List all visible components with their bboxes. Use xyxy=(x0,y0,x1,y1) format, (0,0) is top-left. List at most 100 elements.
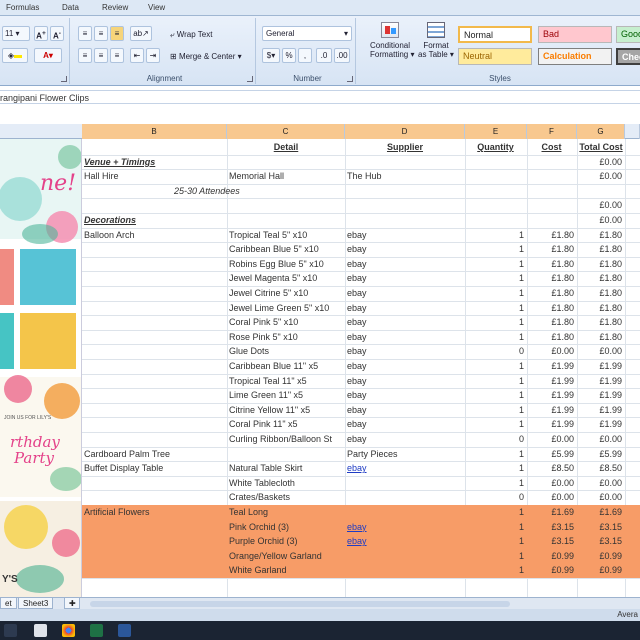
font-color-icon[interactable]: A▾ xyxy=(34,48,62,63)
cell-b[interactable] xyxy=(82,374,227,389)
cell-b[interactable] xyxy=(82,286,227,301)
cell-e[interactable]: 1 xyxy=(465,534,527,549)
cell-f[interactable]: £1.80 xyxy=(527,301,577,316)
cell-b[interactable] xyxy=(82,242,227,257)
cell-g[interactable]: £1.80 xyxy=(577,228,625,243)
cell-c[interactable]: Lime Green 11" x5 xyxy=(227,388,345,403)
cell-g[interactable]: £1.80 xyxy=(577,286,625,301)
wrap-text-button[interactable]: ⤶ Wrap Text xyxy=(170,30,212,40)
cell-e[interactable]: 1 xyxy=(465,403,527,418)
cell-c[interactable]: Natural Table Skirt xyxy=(227,461,345,476)
sheet-tab-sheet3[interactable]: Sheet3 xyxy=(18,598,54,609)
style-normal[interactable]: Normal xyxy=(458,26,532,43)
align-top-icon[interactable]: ≡ xyxy=(78,26,92,41)
cell-g[interactable]: £0.00 xyxy=(577,198,625,213)
style-bad[interactable]: Bad xyxy=(538,26,612,43)
conditional-formatting-button[interactable]: Conditional Formatting ▾ xyxy=(370,22,414,66)
tab-data[interactable]: Data xyxy=(62,3,79,12)
word-icon[interactable] xyxy=(118,624,131,637)
tab-review[interactable]: Review xyxy=(102,3,128,12)
cell-g[interactable]: £0.00 xyxy=(577,490,625,505)
cell-f[interactable]: £1.80 xyxy=(527,315,577,330)
cell-b[interactable] xyxy=(82,140,227,155)
cell-f[interactable]: £1.69 xyxy=(527,505,577,520)
cell-e[interactable] xyxy=(465,155,527,170)
cell-e[interactable]: 0 xyxy=(465,490,527,505)
cell-b[interactable] xyxy=(82,403,227,418)
cell-e[interactable]: 1 xyxy=(465,549,527,564)
cell-b[interactable] xyxy=(82,432,227,447)
cell-c[interactable]: Rose Pink 5" x10 xyxy=(227,330,345,345)
cell-f[interactable]: £1.80 xyxy=(527,271,577,286)
cell-d[interactable]: ebay xyxy=(345,403,465,418)
cell-e[interactable]: 1 xyxy=(465,461,527,476)
cell-f[interactable]: £1.80 xyxy=(527,242,577,257)
cell-c[interactable]: Pink Orchid (3) xyxy=(227,520,345,535)
cell-c[interactable]: Crates/Baskets xyxy=(227,490,345,505)
column-header-d[interactable]: D xyxy=(345,124,465,139)
cell-g[interactable]: £3.15 xyxy=(577,520,625,535)
increase-indent-icon[interactable]: ⇥ xyxy=(146,48,160,63)
cell-c[interactable]: Detail xyxy=(227,140,345,155)
column-header-f[interactable]: F xyxy=(527,124,577,139)
cell-g[interactable]: £1.80 xyxy=(577,330,625,345)
cell-d[interactable]: ebay xyxy=(345,344,465,359)
cell-g[interactable]: £1.99 xyxy=(577,374,625,389)
font-size-select[interactable]: 11 ▾ xyxy=(2,26,30,41)
cell-f[interactable] xyxy=(527,184,577,199)
horizontal-scrollbar[interactable] xyxy=(90,601,510,607)
cell-g[interactable]: £1.80 xyxy=(577,315,625,330)
align-bottom-icon[interactable]: ≡ xyxy=(110,26,124,41)
cell-b[interactable]: Artificial Flowers xyxy=(82,505,227,520)
cell-d[interactable]: ebay xyxy=(345,374,465,389)
align-middle-icon[interactable]: ≡ xyxy=(94,26,108,41)
cell-d[interactable]: ebay xyxy=(345,257,465,272)
cell-f[interactable] xyxy=(527,213,577,228)
number-format-select[interactable]: General ▾ xyxy=(262,26,352,41)
formula-bar[interactable]: rangipani Flower Clips xyxy=(0,90,640,104)
cell-b[interactable]: Balloon Arch xyxy=(82,228,227,243)
cell-d[interactable]: ebay xyxy=(345,432,465,447)
cell-f[interactable]: £0.00 xyxy=(527,490,577,505)
percent-icon[interactable]: % xyxy=(282,48,296,63)
cell-g[interactable]: £0.99 xyxy=(577,563,625,578)
cell-c[interactable]: Tropical Teal 11" x5 xyxy=(227,374,345,389)
cell-c[interactable]: White Tablecloth xyxy=(227,476,345,491)
cell-d[interactable]: ebay xyxy=(345,301,465,316)
cell-b[interactable] xyxy=(82,301,227,316)
cell-d[interactable]: ebay xyxy=(345,271,465,286)
cell-d[interactable] xyxy=(345,476,465,491)
cell-b[interactable] xyxy=(82,257,227,272)
cell-c[interactable] xyxy=(227,184,345,199)
cell-e[interactable]: 1 xyxy=(465,476,527,491)
cell-g[interactable]: £1.80 xyxy=(577,301,625,316)
cell-e[interactable]: 1 xyxy=(465,359,527,374)
cell-f[interactable]: £1.80 xyxy=(527,330,577,345)
cell-c[interactable]: Purple Orchid (3) xyxy=(227,534,345,549)
cell-f[interactable] xyxy=(527,169,577,184)
cell-f[interactable]: £1.80 xyxy=(527,257,577,272)
cell-e[interactable]: 1 xyxy=(465,228,527,243)
cell-b[interactable] xyxy=(82,271,227,286)
cell-f[interactable]: £1.99 xyxy=(527,388,577,403)
cell-c[interactable]: Jewel Magenta 5" x10 xyxy=(227,271,345,286)
cell-d[interactable] xyxy=(345,184,465,199)
cell-c[interactable] xyxy=(227,447,345,462)
currency-icon[interactable]: $▾ xyxy=(262,48,280,63)
cell-e[interactable] xyxy=(465,213,527,228)
cell-e[interactable] xyxy=(465,184,527,199)
cell-d[interactable]: ebay xyxy=(345,461,465,476)
cell-c[interactable]: Curling Ribbon/Balloon St xyxy=(227,432,355,447)
cell-g[interactable]: £0.99 xyxy=(577,549,625,564)
cell-c[interactable]: Tropical Teal 5" x10 xyxy=(227,228,345,243)
cell-c[interactable]: Memorial Hall xyxy=(227,169,345,184)
cell-b[interactable] xyxy=(82,549,227,564)
cell-g[interactable]: £0.00 xyxy=(577,344,625,359)
cell-f[interactable]: £3.15 xyxy=(527,534,577,549)
cell-f[interactable]: £1.99 xyxy=(527,359,577,374)
cell-b[interactable]: Venue + Timings xyxy=(82,155,227,170)
start-icon[interactable] xyxy=(4,624,17,637)
column-header-e[interactable]: E xyxy=(465,124,527,139)
cell-e[interactable]: 1 xyxy=(465,374,527,389)
cell-d[interactable] xyxy=(345,155,465,170)
